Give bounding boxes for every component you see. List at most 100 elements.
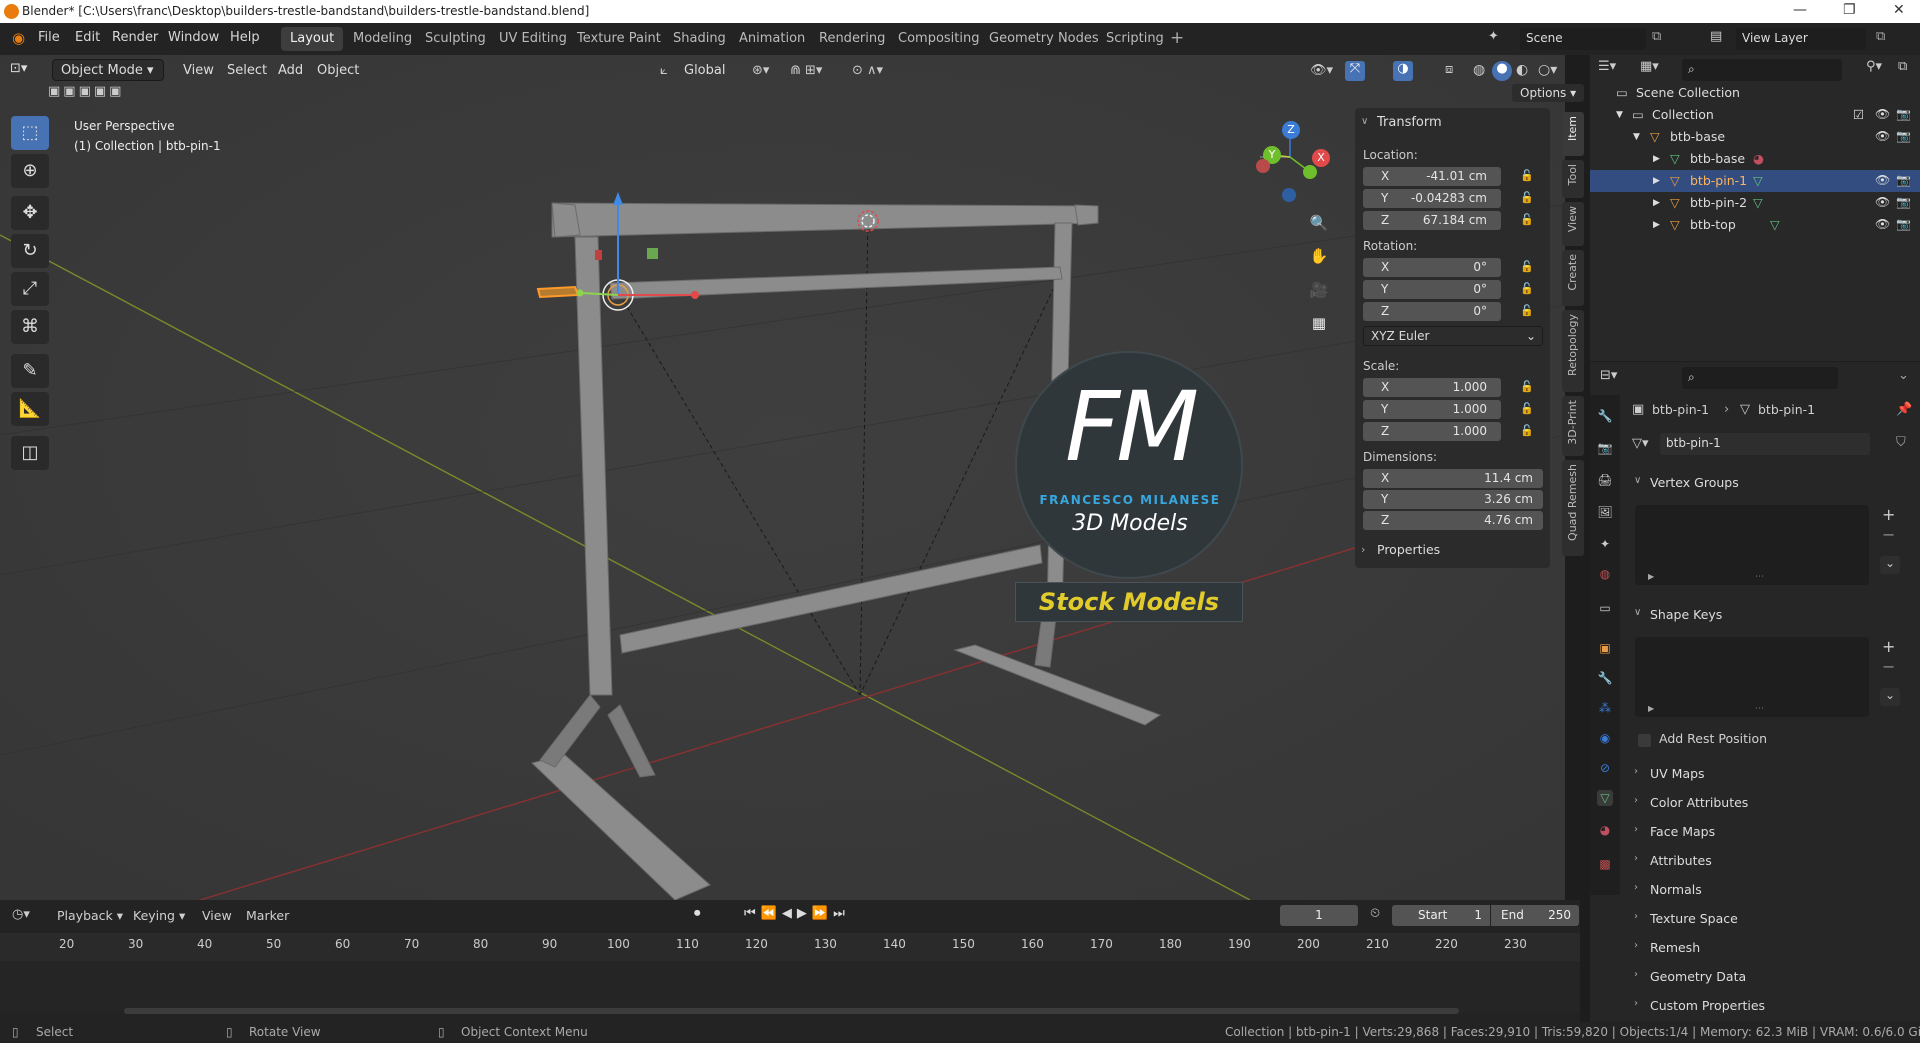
wireframe-shading-icon[interactable]: ◍ [1473,62,1485,78]
proportional-edit-icon[interactable]: ⊙ ∧▾ [852,63,883,78]
gizmo-neg-y-icon[interactable] [1303,165,1317,179]
rendered-shading-icon[interactable]: ○▾ [1538,62,1557,78]
eye-icon[interactable]: 👁 [1875,195,1890,209]
timeline-track-area[interactable] [0,961,1580,1013]
shape-keys-list[interactable] [1635,637,1869,717]
scene-icon[interactable]: ✦ [1488,29,1499,44]
rotation-x-field[interactable]: X 0° [1363,258,1501,277]
maximize-icon[interactable]: ❐ [1843,2,1856,18]
timeline-ruler[interactable] [0,933,1580,961]
tab-rendering[interactable]: Rendering [810,27,894,51]
menu-view[interactable]: View [183,63,214,78]
section-geometry-data[interactable]: › Geometry Data [1628,965,1908,989]
chevron-down-icon[interactable]: ▼ [1633,132,1640,142]
tab-sculpting[interactable]: Sculpting [416,27,495,51]
properties-expand-icon[interactable]: › [1361,543,1365,556]
zoom-icon[interactable]: 🔍 [1305,209,1333,237]
scene-field[interactable]: Scene [1520,28,1646,50]
tab-item[interactable]: Item [1562,112,1584,156]
outliner-row-btb-base[interactable]: ▼ ▽ btb-base 👁 📷 [1590,126,1920,148]
add-cube-tool-icon[interactable]: ◫ [11,436,49,470]
lock-icon[interactable]: 🔓 [1520,169,1534,182]
tab-create[interactable]: Create [1562,250,1584,306]
section-vertex-groups[interactable]: ∨ Vertex Groups [1628,471,1908,495]
expand-triangle-icon[interactable]: ▶ [1648,704,1654,713]
view-layer-field[interactable]: View Layer [1736,28,1866,50]
lock-icon[interactable]: 🔓 [1520,191,1534,204]
pivot-point-icon[interactable]: ⊛▾ [752,63,769,78]
outliner-editor-icon[interactable]: ☰▾ [1598,59,1616,74]
tab-layout[interactable]: Layout [281,27,344,51]
modifiers-wrench-icon[interactable]: 🔧 [1597,670,1613,686]
lock-icon[interactable]: 🔓 [1520,402,1534,415]
lock-icon[interactable]: 🔓 [1520,380,1534,393]
tab-retopology[interactable]: Retopology [1562,310,1584,392]
menu-marker[interactable]: Marker [246,908,289,923]
section-custom-properties[interactable]: › Custom Properties [1628,994,1908,1018]
editor-type-icon[interactable]: ⊡▾ [10,61,27,76]
filter-icon[interactable]: ⚲▾ [1866,59,1882,74]
view-layer-icon[interactable]: 🖼 [1597,504,1613,520]
resize-grip-icon[interactable]: ⋯ [1755,704,1764,714]
chevron-right-icon[interactable]: ▶ [1653,220,1660,230]
tab-modeling[interactable]: Modeling [344,27,421,51]
shape-key-specials-icon[interactable]: ⌄ [1880,688,1900,706]
eye-icon[interactable]: 👁 [1875,129,1890,143]
resize-grip-icon[interactable]: ⋯ [1755,572,1764,582]
rotation-y-field[interactable]: Y 0° [1363,280,1501,299]
menu-playback[interactable]: Playback ▾ [57,908,123,923]
tab-tool[interactable]: Tool [1562,160,1584,198]
properties-editor-icon[interactable]: ⊟▾ [1600,368,1617,383]
gizmo-neg-z-icon[interactable] [1282,188,1296,202]
lock-icon[interactable]: 🔓 [1520,304,1534,317]
move-tool-icon[interactable]: ✥ [11,196,49,230]
tab-shading[interactable]: Shading [664,27,735,51]
location-x-field[interactable]: X -41.01 cm [1363,167,1501,186]
gizmo-x-icon[interactable]: X [1312,149,1330,167]
start-frame-field[interactable]: Start 1 [1392,905,1490,926]
eye-icon[interactable]: 👁 [1875,217,1890,231]
material-tab-icon[interactable]: ◕ [1597,822,1613,838]
tab-geometry-nodes[interactable]: Geometry Nodes [980,27,1108,51]
chevron-right-icon[interactable]: ▶ [1653,154,1660,164]
properties-header[interactable]: Properties [1377,542,1440,557]
transform-collapse-icon[interactable]: ∨ [1361,116,1368,127]
outliner-search-input[interactable]: ⌕ [1682,59,1842,81]
section-face-maps[interactable]: › Face Maps [1628,820,1908,844]
material-shading-icon[interactable]: ◐ [1516,62,1528,78]
vertex-groups-list[interactable] [1635,505,1869,585]
pin-icon[interactable]: 📌 [1896,402,1912,417]
transform-tool-icon[interactable]: ⌘ [11,310,49,344]
outliner-row-collection[interactable]: ▼ ▭ Collection ☑ 👁 📷 [1590,104,1920,126]
scale-tool-icon[interactable]: ⤢ [11,272,49,306]
menu-edit[interactable]: Edit [75,30,100,45]
tool-settings-icon[interactable]: 🔧 [1597,408,1613,424]
record-icon[interactable]: ⏺ [694,906,701,921]
chevron-right-icon[interactable]: ▶ [1653,176,1660,186]
remove-shape-key-icon[interactable]: − [1882,657,1895,676]
dimensions-x-field[interactable]: X 11.4 cm [1363,469,1543,488]
lock-icon[interactable]: 🔓 [1520,213,1534,226]
timeline-editor[interactable]: ◷▾ Playback ▾ Keying ▾ View Marker ⏺ ⏮⏪◀… [0,900,1580,1022]
section-uv-maps[interactable]: › UV Maps [1628,762,1908,786]
gizmo-z-icon[interactable]: Z [1282,121,1300,139]
camera-view-icon[interactable]: 🎥 [1305,276,1333,304]
3d-viewport[interactable]: Z X Y FM FRANCESCO MILANESE 3D Models St… [0,55,1565,900]
camera-icon[interactable]: 📷 [1896,129,1911,143]
select-box-tool-icon[interactable]: ⬚ [11,116,49,150]
pan-hand-icon[interactable]: ✋ [1305,242,1333,270]
expand-triangle-icon[interactable]: ▶ [1648,572,1654,581]
tab-quad-remesh[interactable]: Quad Remesh [1562,460,1584,556]
timeline-scrollbar[interactable] [124,1008,1459,1014]
section-attributes[interactable]: › Attributes [1628,849,1908,873]
mesh-data-tab-icon[interactable]: ▽ [1597,790,1613,806]
xray-icon[interactable]: ⧈ [1445,62,1453,77]
tab-view[interactable]: View [1562,202,1584,246]
mesh-name-field[interactable]: btb-pin-1 [1660,433,1870,455]
eye-icon[interactable]: 👁 [1875,173,1890,187]
menu-render[interactable]: Render [112,30,158,45]
scale-x-field[interactable]: X 1.000 [1363,378,1501,397]
scene-new-icon[interactable]: ⧉ [1652,29,1661,44]
camera-icon[interactable]: 📷 [1896,217,1911,231]
lock-icon[interactable]: 🔓 [1520,260,1534,273]
